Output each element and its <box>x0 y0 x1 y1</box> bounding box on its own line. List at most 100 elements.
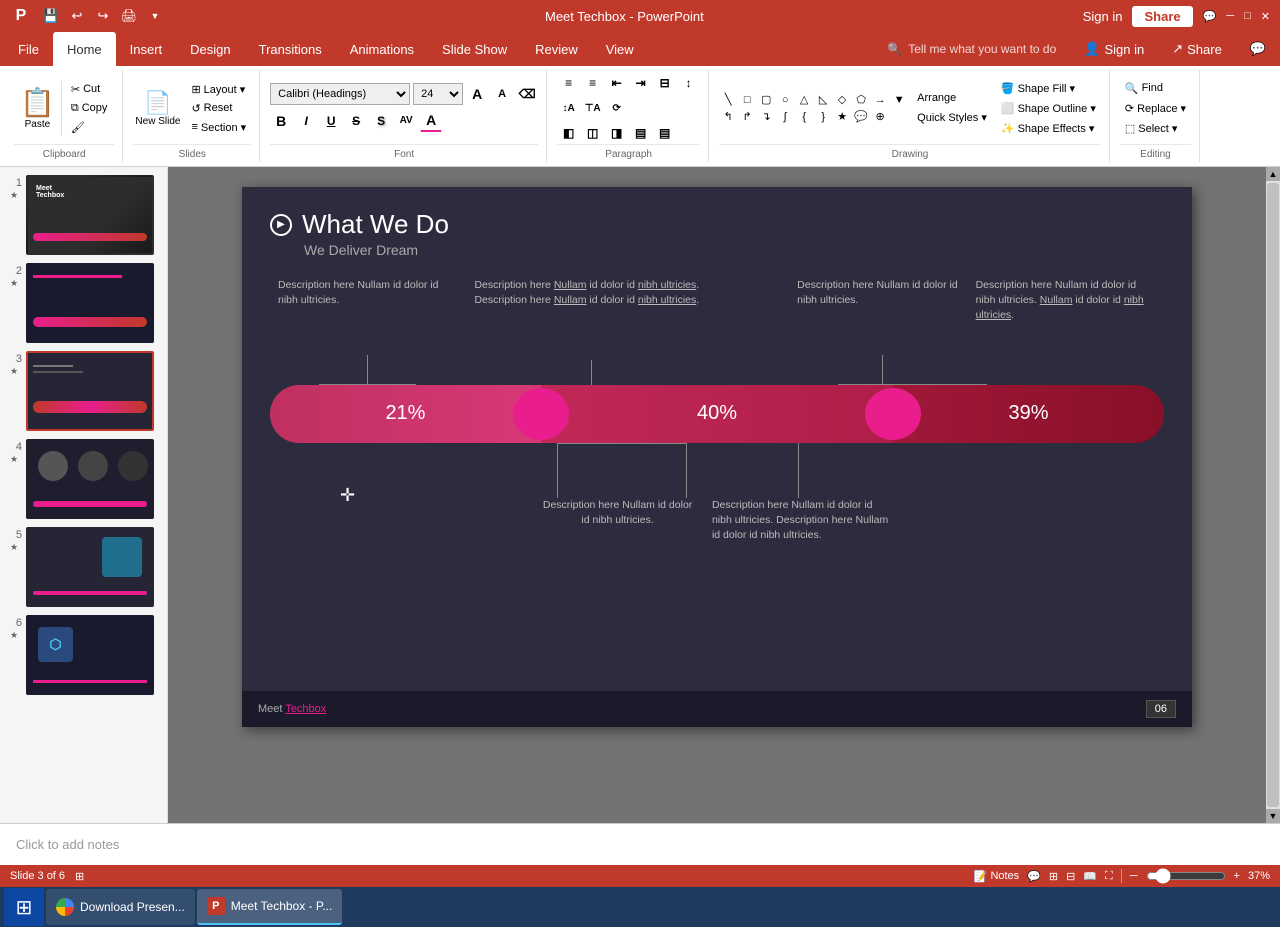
align-left-button[interactable]: ◧ <box>558 122 580 144</box>
comment-ribbon[interactable]: 💬 <box>1236 32 1280 66</box>
customize-qat-button[interactable]: ▼ <box>144 5 166 27</box>
shape-brace2[interactable]: } <box>814 109 832 125</box>
smartart-button[interactable]: ⟳ <box>606 97 628 119</box>
shape-oval[interactable]: ○ <box>776 92 794 108</box>
sign-in-button[interactable]: Sign in <box>1083 9 1123 24</box>
tab-view[interactable]: View <box>592 32 648 66</box>
slide-item-3[interactable]: 3 ★ <box>6 351 161 431</box>
arrange-button[interactable]: Arrange <box>912 90 992 106</box>
slide-thumb-5[interactable] <box>26 527 154 607</box>
columns-button[interactable]: ⊟ <box>654 72 676 94</box>
comments-view-button[interactable]: 💬 <box>1027 870 1041 883</box>
slide-thumb-3[interactable] <box>26 351 154 431</box>
select-button[interactable]: ⬚ Select ▾ <box>1120 120 1191 137</box>
layout-button[interactable]: ⊞ Layout ▾ <box>186 81 251 98</box>
shape-triangle[interactable]: △ <box>795 92 813 108</box>
scroll-down-button[interactable]: ▼ <box>1266 809 1280 823</box>
zoom-slider[interactable] <box>1146 868 1226 884</box>
share-button[interactable]: Share <box>1132 6 1192 27</box>
line-spacing-button[interactable]: ↕ <box>678 72 700 94</box>
reset-button[interactable]: ↺ Reset <box>186 100 251 117</box>
font-color-button[interactable]: A <box>420 110 442 132</box>
notes-button[interactable]: 📝 Notes <box>974 870 1019 883</box>
shape-curve[interactable]: ∫ <box>776 109 794 125</box>
undo-button[interactable]: ↩ <box>66 5 88 27</box>
comment-button[interactable]: 💬 <box>1203 10 1217 23</box>
italic-button[interactable]: I <box>295 110 317 132</box>
slide-thumb-1[interactable]: MeetTechbox <box>26 175 154 255</box>
shape-rt-triangle[interactable]: ◺ <box>814 92 832 108</box>
shape-callout[interactable]: 💬 <box>852 109 870 125</box>
tab-design[interactable]: Design <box>176 32 244 66</box>
tab-animations[interactable]: Animations <box>336 32 428 66</box>
scroll-thumb[interactable] <box>1267 183 1279 807</box>
tab-insert[interactable]: Insert <box>116 32 177 66</box>
slide-item-6[interactable]: 6 ★ ⬡ <box>6 615 161 695</box>
slide-item-1[interactable]: 1 ★ MeetTechbox <box>6 175 161 255</box>
font-family-select[interactable]: Calibri (Headings) <box>270 83 410 105</box>
vertical-scrollbar[interactable]: ▲ ▼ <box>1266 167 1280 823</box>
maximize-button[interactable]: □ <box>1244 10 1251 22</box>
bullets-button[interactable]: ≡ <box>558 72 580 94</box>
slide-thumb-6[interactable]: ⬡ <box>26 615 154 695</box>
reading-view-button[interactable]: 📖 <box>1083 870 1097 883</box>
format-painter-button[interactable]: 🖌 <box>66 119 113 136</box>
zoom-minus[interactable]: ─ <box>1130 870 1138 882</box>
copy-button[interactable]: ⧉ Copy <box>66 100 113 117</box>
align-right-button[interactable]: ◨ <box>606 122 628 144</box>
find-button[interactable]: 🔍 Find <box>1120 80 1191 97</box>
save-button[interactable]: 💾 <box>40 5 62 27</box>
redo-button[interactable]: ↪ <box>92 5 114 27</box>
minimize-button[interactable]: ─ <box>1226 10 1234 22</box>
shape-arrow4[interactable]: ↴ <box>757 109 775 125</box>
font-shrink-button[interactable]: A <box>491 83 513 105</box>
shape-outline-button[interactable]: ⬜ Shape Outline ▾ <box>996 100 1101 117</box>
underline-button[interactable]: U <box>320 110 342 132</box>
font-grow-button[interactable]: A <box>466 83 488 105</box>
cut-button[interactable]: ✂ Cut <box>66 81 113 98</box>
shape-pentagon[interactable]: ⬠ <box>852 92 870 108</box>
print-button[interactable]: 🖨 <box>118 5 140 27</box>
new-slide-button[interactable]: 📄 New Slide <box>133 88 182 129</box>
tab-slideshow[interactable]: Slide Show <box>428 32 521 66</box>
slide-canvas[interactable]: ▶ What We Do We Deliver Dream Descriptio… <box>242 187 1192 727</box>
shape-line[interactable]: ╲ <box>719 92 737 108</box>
shape-arrow2[interactable]: ↰ <box>719 109 737 125</box>
canvas-area[interactable]: ▶ What We Do We Deliver Dream Descriptio… <box>168 167 1266 823</box>
slideshow-button[interactable]: ⛶ <box>1105 870 1113 883</box>
normal-view-button[interactable]: ⊞ <box>1049 870 1058 883</box>
align-text-button[interactable]: ⊤A <box>582 97 604 119</box>
shadow-button[interactable]: S <box>370 110 392 132</box>
shape-star[interactable]: ★ <box>833 109 851 125</box>
shape-diamond[interactable]: ◇ <box>833 92 851 108</box>
numbering-button[interactable]: ≡ <box>582 72 604 94</box>
char-spacing-button[interactable]: AV <box>395 110 417 132</box>
shape-brace[interactable]: { <box>795 109 813 125</box>
slide-sorter-button[interactable]: ⊟ <box>1066 870 1075 883</box>
tab-file[interactable]: File <box>4 32 53 66</box>
replace-button[interactable]: ⟳ Replace ▾ <box>1120 100 1191 117</box>
slide-panel[interactable]: 1 ★ MeetTechbox 2 ★ 3 ★ <box>0 167 168 823</box>
notes-bar[interactable]: Click to add notes <box>0 823 1280 865</box>
shape-rounded-rect[interactable]: ▢ <box>757 92 775 108</box>
close-button[interactable]: ✕ <box>1261 10 1270 23</box>
taskbar-item-chrome[interactable]: Download Presen... <box>46 889 195 925</box>
increase-indent-button[interactable]: ⇥ <box>630 72 652 94</box>
zoom-plus[interactable]: + <box>1234 870 1240 882</box>
start-button[interactable]: ⊞ <box>4 888 44 926</box>
shape-arrow3[interactable]: ↱ <box>738 109 756 125</box>
shape-more[interactable]: ▼ <box>890 92 908 108</box>
shape-arrow[interactable]: → <box>871 92 889 108</box>
align-justify-button[interactable]: ▤ <box>654 122 676 144</box>
quick-styles-button[interactable]: Quick Styles ▾ <box>912 109 992 126</box>
paste-button[interactable]: 📋 Paste <box>14 81 62 136</box>
shape-effects-button[interactable]: ✨ Shape Effects ▾ <box>996 120 1101 137</box>
shape-fill-button[interactable]: 🪣 Shape Fill ▾ <box>996 80 1101 97</box>
justify-button[interactable]: ▤ <box>630 122 652 144</box>
slide-item-4[interactable]: 4 ★ <box>6 439 161 519</box>
slide-item-2[interactable]: 2 ★ <box>6 263 161 343</box>
shape-custom[interactable]: ⊕ <box>871 109 889 125</box>
share-ribbon[interactable]: ↗ Share <box>1158 32 1236 66</box>
bold-button[interactable]: B <box>270 110 292 132</box>
strikethrough-button[interactable]: S <box>345 110 367 132</box>
